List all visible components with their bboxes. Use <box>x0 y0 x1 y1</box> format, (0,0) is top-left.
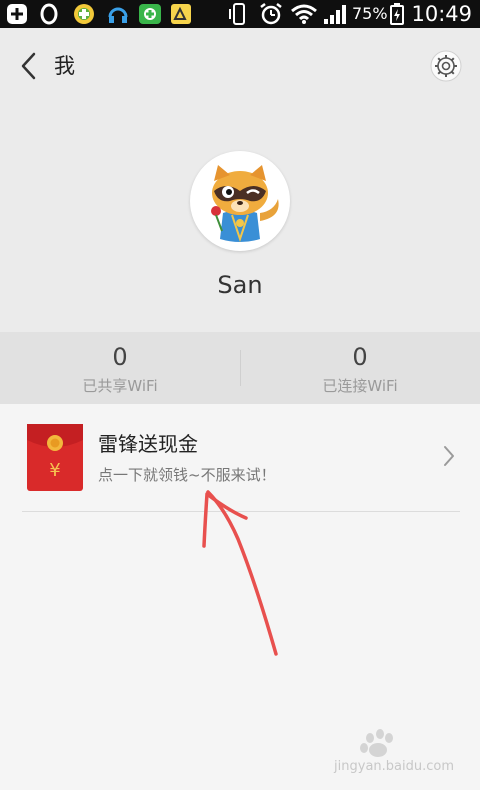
status-bar: 75% 10:49 <box>0 0 480 28</box>
wifi-stats-bar: 0 已共享WiFi 0 已连接WiFi <box>0 332 480 404</box>
profile-header: 我 San <box>0 28 480 332</box>
list-divider <box>22 511 460 512</box>
username: San <box>217 271 263 299</box>
cell-signal-icon <box>324 5 346 24</box>
red-packet-icon: ¥ <box>27 424 83 491</box>
shared-wifi-label: 已共享WiFi <box>82 377 158 395</box>
alarm-clock-icon <box>260 3 282 25</box>
avatar[interactable] <box>190 151 290 251</box>
promo-list-item[interactable]: ¥ 雷锋送现金 点一下就领钱~不服来试！ <box>0 404 480 512</box>
battery-percent: 75% <box>352 4 388 23</box>
raccoon-mascot-icon <box>191 152 289 250</box>
promo-subtitle: 点一下就领钱~不服来试！ <box>98 466 276 484</box>
market-app-icon <box>139 4 161 24</box>
security-app-icon <box>74 4 94 24</box>
content-area: ¥ 雷锋送现金 点一下就领钱~不服来试！ jingyan.baidu.com <box>0 404 480 790</box>
wifi-signal-icon <box>291 4 317 24</box>
phone-vibrate-icon <box>229 3 245 25</box>
connected-wifi-label: 已连接WiFi <box>322 377 398 395</box>
connected-wifi-stat[interactable]: 0 已连接WiFi <box>240 332 480 404</box>
status-time: 10:49 <box>411 2 472 26</box>
back-arrow-icon[interactable] <box>16 50 44 82</box>
chevron-right-icon <box>444 446 454 466</box>
page-title: 我 <box>54 54 75 78</box>
support-headset-icon <box>108 7 128 23</box>
red-packet-symbol: ¥ <box>49 460 60 481</box>
shared-wifi-count: 0 <box>112 343 128 371</box>
watermark-text: jingyan.baidu.com <box>334 759 454 774</box>
add-notification-icon <box>7 4 27 24</box>
settings-gear-icon[interactable] <box>430 50 462 82</box>
connected-wifi-count: 0 <box>352 343 368 371</box>
notes-app-icon <box>171 4 191 24</box>
promo-title: 雷锋送现金 <box>98 432 198 456</box>
shared-wifi-stat[interactable]: 0 已共享WiFi <box>0 332 240 404</box>
battery-charging-icon <box>390 3 404 25</box>
browser-o-icon <box>40 3 58 25</box>
